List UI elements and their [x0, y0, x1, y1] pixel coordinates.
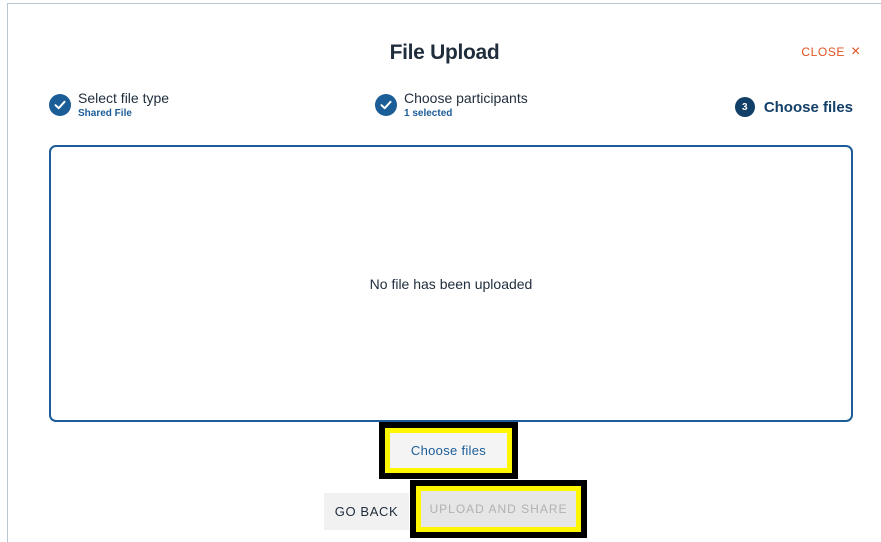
go-back-button[interactable]: GO BACK	[324, 493, 409, 530]
check-circle-icon	[49, 94, 71, 116]
step-sub: Shared File	[78, 108, 132, 119]
checkmark-glyph	[380, 100, 392, 110]
choose-files-button[interactable]: Choose files	[390, 433, 507, 468]
close-label: CLOSE	[801, 45, 846, 59]
step-choose-files: 3 Choose files	[734, 97, 853, 117]
step-sub: 1 selected	[404, 108, 453, 119]
file-upload-dialog: File Upload CLOSE × Select file type Sha…	[7, 3, 881, 542]
empty-state-text: No file has been uploaded	[369, 275, 533, 292]
step-choose-participants: Choose participants 1 selected	[375, 90, 528, 120]
highlight-box: Choose files	[379, 422, 518, 479]
dialog-title: File Upload	[389, 41, 500, 64]
close-button[interactable]: CLOSE ×	[801, 44, 861, 60]
upload-and-share-button[interactable]: UPLOAD AND SHARE	[421, 491, 576, 527]
step-label: Select file type	[78, 90, 170, 106]
step-select-file-type: Select file type Shared File	[49, 90, 169, 120]
close-icon: ×	[851, 43, 861, 60]
file-dropzone[interactable]: No file has been uploaded	[49, 145, 853, 422]
step-text: Select file type Shared File	[78, 90, 169, 120]
step-label: Choose files	[763, 98, 853, 116]
step-number-badge: 3	[734, 97, 755, 117]
step-label: Choose participants	[404, 90, 528, 106]
step-text: Choose participants 1 selected	[404, 90, 528, 120]
checkmark-glyph	[54, 100, 66, 110]
check-circle-icon	[375, 94, 397, 116]
highlight-box: UPLOAD AND SHARE	[410, 480, 587, 538]
